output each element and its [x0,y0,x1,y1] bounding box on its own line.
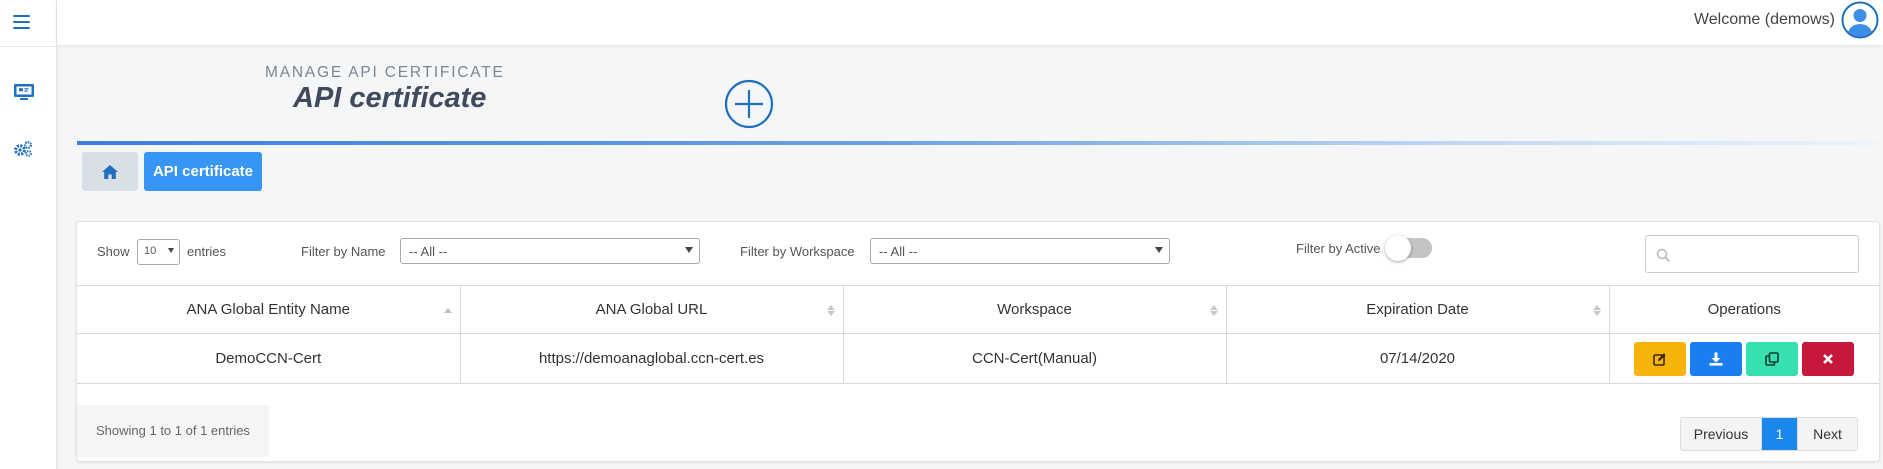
cell-operations [1608,333,1879,384]
certificates-panel: Show 10 entries Filter by Name -- All --… [76,221,1880,462]
header-divider [77,141,1877,145]
top-bar: Welcome (demows) [57,0,1883,45]
entries-select[interactable]: 10 [137,239,180,265]
filter-name-label: Filter by Name [301,244,386,259]
table-header-row: ANA Global Entity Name ANA Global URL Wo… [77,285,1879,334]
filter-name-select[interactable]: -- All -- [400,238,700,264]
gears-icon[interactable] [13,140,35,160]
close-icon [1823,353,1834,364]
delete-button[interactable] [1802,341,1855,376]
sort-icon [1209,305,1218,316]
cell-url: https://demoanaglobal.ccn-cert.es [459,333,844,384]
home-icon [102,164,118,179]
edit-icon [1653,352,1666,366]
filter-name-value: -- All -- [409,244,448,259]
column-header-workspace[interactable]: Workspace [842,285,1227,334]
edit-button[interactable] [1634,341,1687,376]
previous-page-button[interactable]: Previous [1681,418,1762,450]
download-icon [1709,352,1723,366]
cell-entity-name: DemoCCN-Cert [77,333,461,384]
filter-workspace-select[interactable]: -- All -- [870,238,1170,264]
user-avatar-icon[interactable] [1841,1,1879,39]
filter-workspace-value: -- All -- [879,244,918,259]
chevron-down-icon [685,247,693,253]
pagination: Previous 1 Next [1680,417,1858,451]
welcome-text: Welcome (demows) [1693,11,1835,28]
sort-asc-icon [443,305,452,316]
column-header-operations: Operations [1608,285,1879,334]
monitor-icon[interactable] [13,83,35,103]
entries-label: entries [187,244,227,259]
copy-button[interactable] [1746,341,1799,376]
certificates-table: ANA Global Entity Name ANA Global URL Wo… [77,285,1879,384]
hamburger-icon[interactable] [13,15,30,31]
search-icon [1656,248,1671,263]
sort-icon [826,305,835,316]
filter-active-label: Filter by Active [1296,241,1381,256]
search-box[interactable] [1645,235,1859,273]
cell-workspace: CCN-Cert(Manual) [842,333,1227,384]
page-title: API certificate [293,82,487,114]
column-header-entity-name[interactable]: ANA Global Entity Name [77,285,461,334]
plus-circle-icon [724,79,774,129]
copy-icon [1765,351,1780,366]
page-1-button[interactable]: 1 [1762,418,1797,450]
sidebar-divider [0,46,57,47]
sort-icon [1592,305,1601,316]
show-label: Show [97,244,130,259]
cell-expiration: 07/14/2020 [1225,333,1610,384]
next-page-button[interactable]: Next [1797,418,1857,450]
column-header-url[interactable]: ANA Global URL [459,285,844,334]
filter-workspace-label: Filter by Workspace [740,244,855,259]
chevron-down-icon [168,248,174,253]
toggle-knob [1385,235,1411,261]
add-certificate-button[interactable] [724,79,774,129]
breadcrumb-home[interactable] [82,152,138,191]
page-subtitle: MANAGE API CERTIFICATE [265,64,505,81]
sidebar [0,0,57,469]
download-button[interactable] [1690,341,1743,376]
filter-active-toggle[interactable] [1385,235,1432,261]
chevron-down-icon [1155,247,1163,253]
column-header-expiration[interactable]: Expiration Date [1225,285,1610,334]
table-info: Showing 1 to 1 of 1 entries [77,405,269,457]
breadcrumb-current[interactable]: API certificate [144,152,262,191]
table-row: DemoCCN-Cert https://demoanaglobal.ccn-c… [77,333,1879,384]
entries-select-value: 10 [144,245,157,257]
